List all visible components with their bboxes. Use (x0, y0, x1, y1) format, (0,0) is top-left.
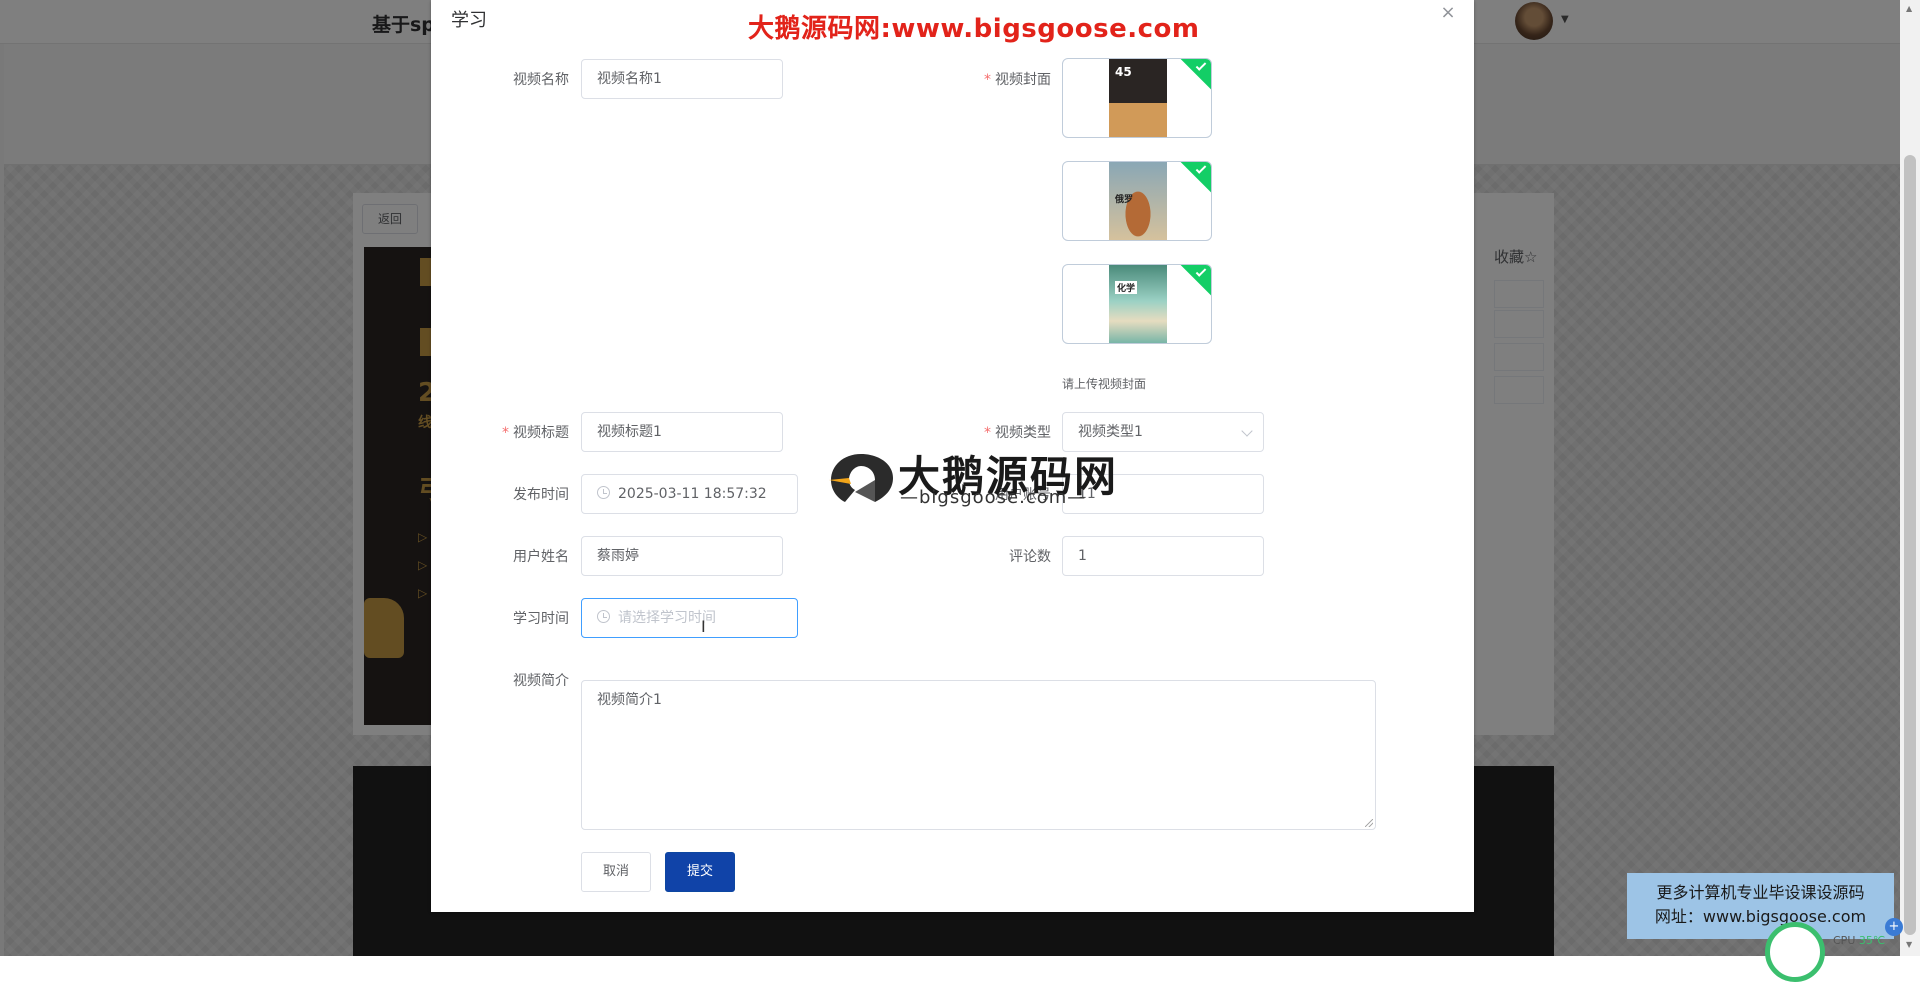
publish-time-label: 发布时间 (513, 487, 569, 503)
video-intro-textarea[interactable]: 视频简介1 (581, 680, 1376, 830)
logo-watermark-subtext: —bigsgoose.com— (900, 487, 1087, 508)
cpu-temperature: 35℃ (1858, 934, 1886, 947)
video-cover-label: * 视频封面 (984, 72, 1051, 88)
goose-logo-icon (829, 454, 893, 502)
publish-time-picker[interactable]: 2025-03-11 18:57:32 (581, 474, 798, 514)
video-name-label: 视频名称 (513, 72, 569, 88)
upload-success-badge (1179, 162, 1211, 194)
cover-thumbnail[interactable]: 化学 (1062, 264, 1212, 344)
plus-icon[interactable]: + (1885, 918, 1903, 936)
resize-handle-icon[interactable] (1365, 819, 1373, 827)
watermark-text: 大鹅源码网:www.bigsgoose.com (748, 14, 1200, 44)
dialog-title: 学习 (451, 10, 487, 31)
cover-thumbnail[interactable]: 俄罗 (1062, 161, 1212, 241)
upload-success-badge (1179, 265, 1211, 297)
cpu-gauge-icon (1765, 922, 1825, 982)
comment-count-label: 评论数 (1009, 549, 1051, 565)
upload-success-badge (1179, 59, 1211, 91)
close-icon[interactable]: × (1438, 2, 1458, 24)
cancel-button[interactable]: 取消 (581, 852, 651, 892)
comment-count-input[interactable]: 1 (1062, 536, 1264, 576)
study-time-picker[interactable]: 请选择学习时间 (581, 598, 798, 638)
scrollbar-thumb[interactable] (1904, 155, 1916, 935)
study-time-label: 学习时间 (513, 611, 569, 627)
cpu-label: CPU (1833, 934, 1856, 947)
video-name-input[interactable]: 视频名称1 (581, 59, 783, 99)
text-cursor-icon: Ⅰ (701, 617, 706, 636)
scroll-down-icon[interactable]: ▼ (1906, 940, 1912, 949)
video-title-input[interactable]: 视频标题1 (581, 412, 783, 452)
video-title-label: * 视频标题 (502, 425, 569, 441)
clock-icon (597, 486, 610, 499)
cover-thumbnail[interactable]: 45 (1062, 58, 1212, 138)
scroll-up-icon[interactable]: ▲ (1906, 4, 1912, 13)
submit-button[interactable]: 提交 (665, 852, 735, 892)
upload-tip: 请上传视频封面 (1062, 377, 1147, 391)
video-type-label: * 视频类型 (984, 425, 1051, 441)
video-intro-label: 视频简介 (513, 673, 569, 689)
chevron-down-icon (1241, 425, 1253, 437)
user-name-label: 用户姓名 (513, 549, 569, 565)
user-name-input[interactable]: 蔡雨婷 (581, 536, 783, 576)
cover-image (1109, 265, 1167, 343)
clock-icon (597, 610, 610, 623)
cpu-monitor-widget[interactable]: CPU 35℃ (1765, 920, 1900, 982)
